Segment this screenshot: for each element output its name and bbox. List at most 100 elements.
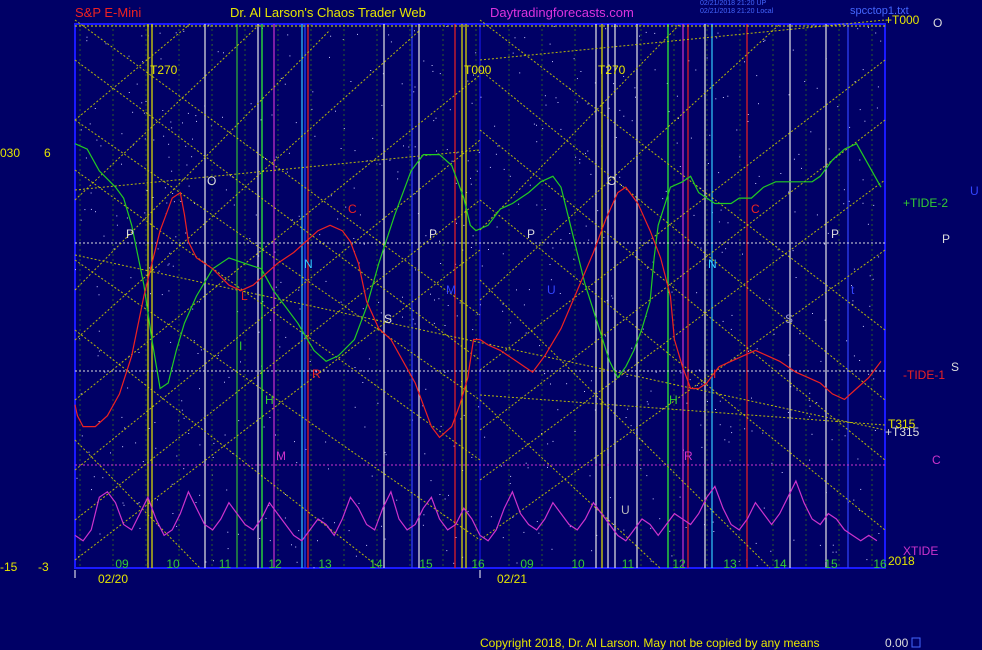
dot — [217, 51, 219, 53]
dot — [152, 197, 154, 198]
dot — [436, 150, 437, 152]
dot — [780, 173, 782, 174]
dot — [685, 527, 687, 528]
dot — [284, 517, 286, 519]
dot — [676, 142, 678, 144]
dot — [509, 483, 511, 484]
dot — [820, 360, 822, 362]
dot — [634, 87, 636, 89]
dot — [878, 533, 880, 534]
dot — [425, 235, 427, 237]
dot — [536, 204, 538, 206]
dot — [631, 120, 633, 122]
dot — [835, 551, 837, 553]
point-label: U — [621, 503, 630, 517]
dot — [579, 158, 581, 160]
dot — [181, 409, 183, 411]
dot — [524, 37, 526, 39]
dot — [816, 214, 818, 216]
dot — [439, 73, 441, 75]
dot — [788, 354, 790, 356]
dot — [255, 214, 257, 216]
dot — [213, 560, 214, 562]
dot — [477, 313, 479, 315]
dot — [494, 125, 496, 127]
dot — [142, 61, 144, 63]
dot — [478, 151, 480, 153]
dot — [679, 166, 681, 167]
dot — [259, 538, 261, 539]
dot — [868, 26, 869, 28]
dot — [747, 121, 749, 122]
dot — [378, 301, 380, 303]
dot — [371, 475, 373, 477]
dot — [141, 35, 143, 37]
dot — [330, 195, 332, 197]
dot — [876, 107, 878, 109]
dot — [857, 458, 859, 460]
point-label: I — [713, 367, 716, 381]
dot — [434, 299, 435, 301]
dot — [612, 297, 614, 299]
point-label: P — [429, 227, 437, 241]
dot — [295, 546, 297, 548]
dot — [545, 104, 547, 106]
dot — [414, 86, 416, 88]
dot — [549, 264, 551, 265]
dot — [75, 269, 76, 271]
dot — [455, 537, 457, 538]
dot — [758, 103, 759, 105]
dot — [646, 401, 648, 403]
series-label-xtide: XTIDE — [903, 544, 938, 558]
dot — [433, 322, 435, 324]
x-tick-label: 15 — [824, 557, 838, 571]
dot — [862, 202, 864, 204]
dot — [143, 112, 145, 114]
dot — [788, 94, 790, 96]
dot — [289, 55, 291, 57]
dot — [706, 57, 708, 59]
dot — [435, 117, 437, 119]
dot — [275, 286, 277, 288]
dot — [762, 432, 764, 434]
dot — [551, 548, 553, 550]
dot — [609, 497, 611, 499]
dot — [182, 122, 183, 124]
dot — [573, 58, 575, 60]
dot — [475, 52, 477, 54]
dot — [547, 443, 549, 445]
dot — [832, 551, 834, 553]
dot — [676, 95, 678, 97]
dot — [158, 270, 160, 272]
dot — [574, 431, 576, 432]
dot — [183, 468, 185, 470]
dot — [788, 191, 789, 193]
dot — [536, 521, 538, 522]
dot — [470, 247, 472, 248]
dot — [728, 441, 730, 443]
dot — [627, 408, 629, 410]
dot — [187, 112, 189, 114]
dot — [529, 184, 531, 186]
dot — [695, 69, 697, 71]
dot — [816, 87, 818, 89]
dot — [397, 171, 399, 173]
dot — [193, 340, 195, 342]
dot — [613, 83, 615, 85]
x-tick-label: 13 — [723, 557, 737, 571]
dot — [476, 170, 478, 172]
dot — [384, 451, 386, 453]
dot — [285, 336, 287, 338]
dot — [848, 200, 850, 202]
dot — [104, 371, 106, 373]
dot — [623, 529, 625, 531]
dot — [739, 156, 741, 158]
dot — [440, 425, 442, 427]
dot — [719, 400, 721, 402]
dot — [154, 422, 156, 423]
dot — [533, 123, 535, 125]
dot — [425, 388, 427, 390]
copyright-text: Copyright 2018, Dr. Al Larson. May not b… — [480, 636, 820, 650]
dot — [86, 40, 88, 42]
dot — [626, 375, 628, 377]
